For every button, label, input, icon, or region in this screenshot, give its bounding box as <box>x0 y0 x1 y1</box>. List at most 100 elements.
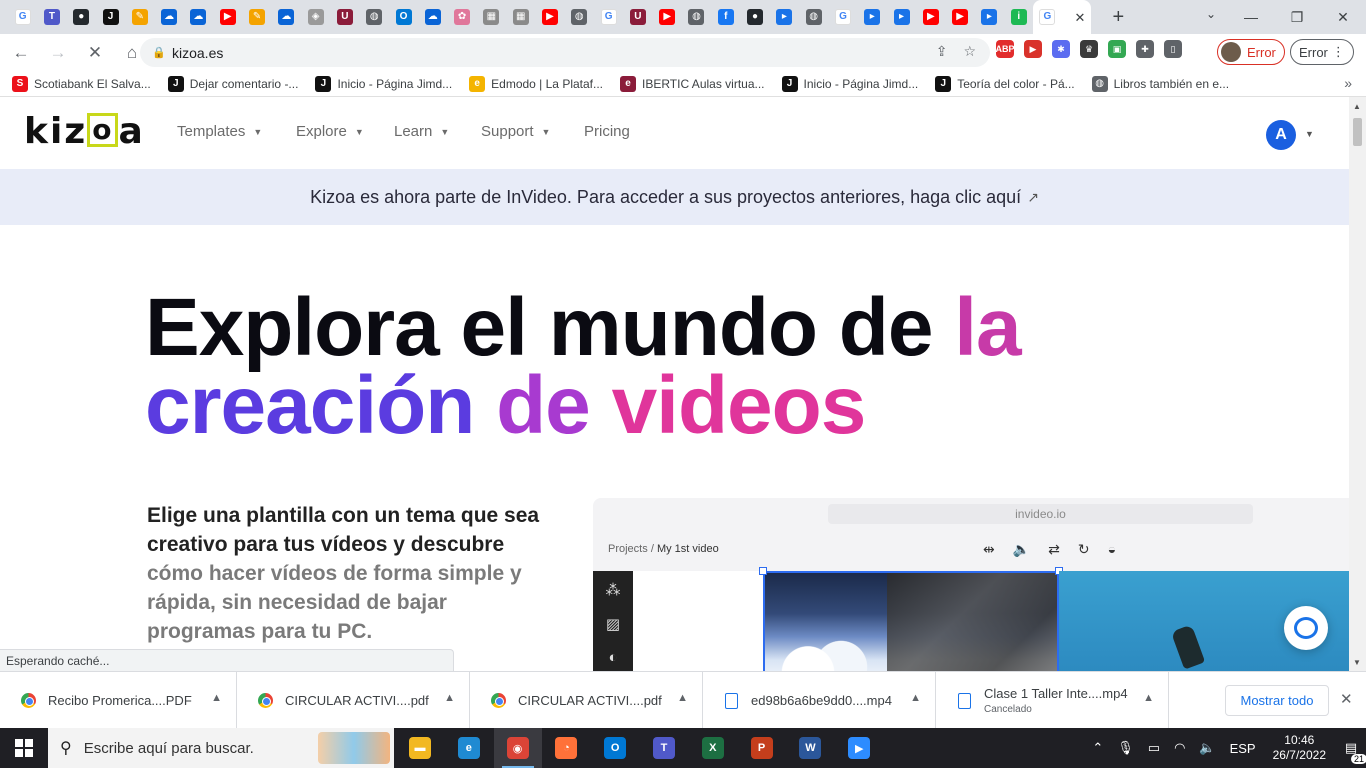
clock[interactable]: 10:46 26/7/2022 <box>1273 733 1326 763</box>
restore-icon[interactable]: ❐ <box>1274 9 1320 26</box>
download-item[interactable]: CIRCULAR ACTIVI....pdf ▲ <box>237 672 470 729</box>
browser-tab[interactable]: ☁ <box>418 2 447 32</box>
browser-tab[interactable]: ✿ <box>447 2 476 32</box>
browser-tab[interactable]: ▶ <box>916 2 945 32</box>
taskbar-app[interactable]: e <box>445 728 493 768</box>
scroll-down-icon[interactable]: ▼ <box>1353 658 1361 667</box>
microphone-icon[interactable]: 🎙 <box>1117 740 1134 756</box>
battery-icon[interactable]: ▭ <box>1148 740 1160 756</box>
green-ext-icon[interactable]: ▣ <box>1108 40 1126 58</box>
download-item[interactable]: Clase 1 Taller Inte....mp4 Cancelado ▲ <box>936 672 1169 729</box>
volume-icon[interactable]: 🔈 <box>1199 740 1215 756</box>
browser-tab[interactable]: ◍ <box>360 2 389 32</box>
browser-tab[interactable]: ◍ <box>565 2 594 32</box>
browser-tab[interactable]: ▦ <box>477 2 506 32</box>
error-menu-button[interactable]: Error ⋮ <box>1290 39 1354 65</box>
browser-tab[interactable]: ● <box>67 2 96 32</box>
chevron-up-icon[interactable]: ▲ <box>1143 692 1154 704</box>
bookmark-item[interactable]: ◍ Libros también en e... <box>1091 75 1229 92</box>
browser-tab[interactable]: J <box>96 2 125 32</box>
browser-tab[interactable]: ☁ <box>272 2 301 32</box>
bookmark-item[interactable]: J Teoría del color - Pá... <box>935 75 1075 92</box>
browser-tab[interactable]: ☁ <box>184 2 213 32</box>
taskbar-app[interactable]: P <box>738 728 786 768</box>
banner-text[interactable]: Kizoa es ahora parte de InVideo. Para ac… <box>310 187 1021 208</box>
scroll-thumb[interactable] <box>1353 118 1362 146</box>
lock-icon[interactable]: 🔒 <box>152 46 172 59</box>
bookmark-item[interactable]: J Dejar comentario -... <box>167 75 298 92</box>
new-tab-icon[interactable]: + <box>1105 6 1131 29</box>
nav-support[interactable]: Support ▼ <box>481 123 550 140</box>
bookmark-star-icon[interactable]: ☆ <box>963 43 976 60</box>
taskbar-search-placeholder[interactable]: Escribe aquí para buscar. <box>84 740 254 757</box>
taskbar-app[interactable]: ▶ <box>835 728 883 768</box>
browser-tab[interactable]: ✎ <box>242 2 271 32</box>
close-downloads-icon[interactable]: ✕ <box>1340 690 1353 708</box>
browser-tab[interactable]: ✎ <box>125 2 154 32</box>
taskbar-app[interactable]: X <box>689 728 737 768</box>
invideo-banner[interactable]: Kizoa es ahora parte de InVideo. Para ac… <box>0 169 1349 225</box>
minimize-icon[interactable]: — <box>1228 9 1274 25</box>
browser-tab[interactable]: f <box>711 2 740 32</box>
address-bar[interactable]: 🔒 kizoa.es ⇪ ☆ <box>140 38 990 67</box>
browser-tab[interactable]: ▶ <box>946 2 975 32</box>
bookmark-item[interactable]: e IBERTIC Aulas virtua... <box>620 75 765 92</box>
taskbar-app[interactable]: ◉ <box>493 728 542 768</box>
browser-tab[interactable]: ◈ <box>301 2 330 32</box>
chevron-up-icon[interactable]: ▲ <box>211 692 222 704</box>
browser-tab-active[interactable]: G ✕ <box>1033 0 1092 34</box>
sidepanel-icon[interactable]: ▯ <box>1164 40 1182 58</box>
browser-tab[interactable]: ▦ <box>506 2 535 32</box>
back-icon[interactable]: ← <box>5 37 37 69</box>
user-avatar[interactable]: A <box>1266 120 1296 150</box>
tray-overflow-icon[interactable]: ⌃ <box>1092 740 1103 756</box>
stop-loading-icon[interactable]: ✕ <box>79 37 111 69</box>
wifi-icon[interactable]: ◠ <box>1174 740 1185 756</box>
chevron-up-icon[interactable]: ▲ <box>677 692 688 704</box>
bookmark-item[interactable]: S Scotiabank El Salva... <box>12 75 151 92</box>
browser-tab[interactable]: ▸ <box>770 2 799 32</box>
browser-tab[interactable]: ▸ <box>887 2 916 32</box>
address-url[interactable]: kizoa.es <box>172 45 223 61</box>
browser-tab[interactable]: ▶ <box>535 2 564 32</box>
flower-icon[interactable]: ✱ <box>1052 40 1070 58</box>
browser-tab[interactable]: ▸ <box>858 2 887 32</box>
profile-button[interactable]: Error <box>1217 39 1285 65</box>
adblock-icon[interactable]: ABP <box>996 40 1015 58</box>
forward-icon[interactable]: → <box>42 37 74 69</box>
close-tab-icon[interactable]: ✕ <box>1074 10 1085 26</box>
taskbar-app[interactable]: T <box>640 728 688 768</box>
close-window-icon[interactable]: ✕ <box>1320 9 1366 26</box>
external-link-icon[interactable]: ↗ <box>1027 189 1039 206</box>
chat-support-button[interactable] <box>1284 606 1328 650</box>
download-item[interactable]: ed98b6a6be9dd0....mp4 ▲ <box>703 672 936 729</box>
share-icon[interactable]: ⇪ <box>936 43 948 60</box>
browser-tab[interactable]: ☁ <box>154 2 183 32</box>
nav-templates[interactable]: Templates ▼ <box>177 123 262 140</box>
browser-tab[interactable]: ● <box>740 2 769 32</box>
browser-tab[interactable]: G <box>594 2 623 32</box>
kizoa-logo[interactable]: kiz o a <box>24 111 145 152</box>
bookmark-item[interactable]: J Inicio - Página Jimd... <box>315 75 452 92</box>
screencast-icon[interactable]: ▶ <box>1024 40 1042 58</box>
browser-tab[interactable]: U <box>330 2 359 32</box>
browser-tab[interactable]: U <box>623 2 652 32</box>
browser-tab[interactable]: ▶ <box>653 2 682 32</box>
scroll-up-icon[interactable]: ▲ <box>1353 102 1361 111</box>
nav-explore[interactable]: Explore ▼ <box>296 123 364 140</box>
bookmark-item[interactable]: J Inicio - Página Jimd... <box>781 75 918 92</box>
browser-tab[interactable]: O <box>389 2 418 32</box>
puzzle-icon[interactable]: ✚ <box>1136 40 1154 58</box>
taskbar-app[interactable]: ◔ <box>542 728 590 768</box>
notification-center[interactable]: ▤ 21 <box>1336 740 1366 764</box>
taskbar-app[interactable]: ▬ <box>396 728 444 768</box>
page-scrollbar[interactable]: ▲ ▼ <box>1349 97 1366 671</box>
browser-tab[interactable]: i <box>1004 2 1033 32</box>
bookmark-item[interactable]: e Edmodo | La Plataf... <box>469 75 603 92</box>
taskbar-app[interactable]: W <box>786 728 834 768</box>
browser-tab[interactable]: T <box>37 2 66 32</box>
browser-tab[interactable]: G <box>828 2 857 32</box>
download-item[interactable]: Recibo Promerica....PDF ▲ <box>0 672 237 729</box>
nav-learn[interactable]: Learn ▼ <box>394 123 449 140</box>
nav-pricing[interactable]: Pricing <box>584 123 630 140</box>
